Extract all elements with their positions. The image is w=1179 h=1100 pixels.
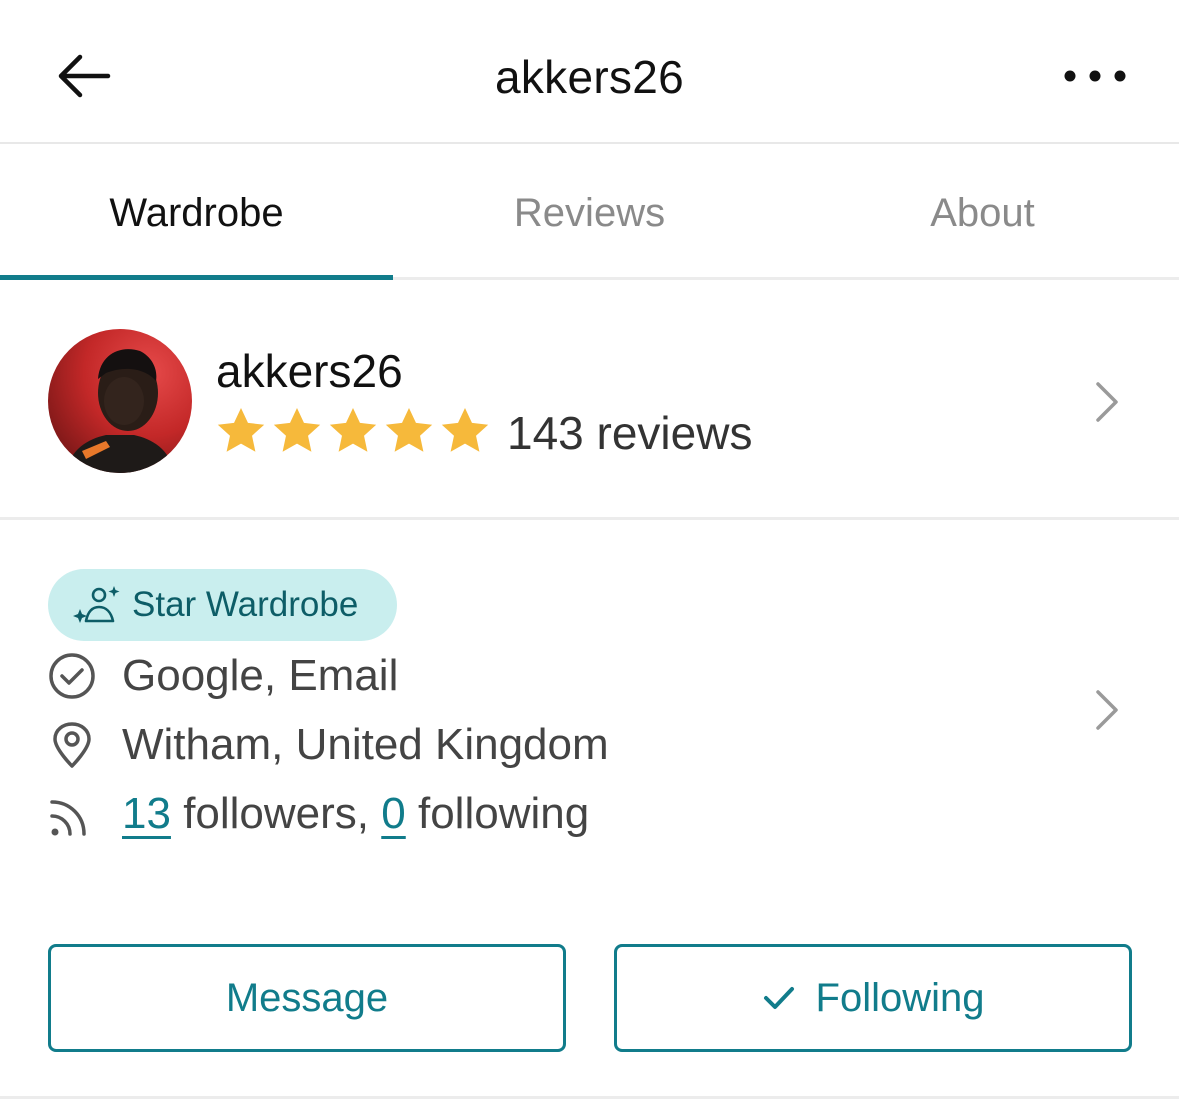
star-wardrobe-badge[interactable]: Star Wardrobe	[48, 569, 397, 641]
sparkle-person-icon	[73, 586, 120, 623]
following-count-link[interactable]: 0	[381, 789, 405, 839]
more-horizontal-icon	[1064, 70, 1126, 82]
following-text: following	[417, 789, 590, 838]
location-info: Witham, United Kingdom	[48, 720, 609, 770]
star-icon	[329, 408, 377, 452]
divider	[0, 1096, 1179, 1099]
tab-bar: Wardrobe Reviews About	[0, 146, 1179, 280]
rating-stars	[214, 404, 492, 458]
star-icon	[385, 408, 433, 452]
top-bar: akkers26	[0, 0, 1179, 144]
page-title: akkers26	[494, 51, 685, 103]
following-button[interactable]: Following	[614, 944, 1132, 1052]
following-button-label: Following	[815, 975, 985, 1020]
reviews-count: 143 reviews	[507, 407, 753, 459]
badge-label: Star Wardrobe	[132, 585, 359, 624]
tab-about[interactable]: About	[786, 146, 1179, 280]
avatar	[48, 329, 192, 473]
chevron-right-icon	[1096, 382, 1118, 422]
more-options-button[interactable]	[1056, 58, 1136, 94]
star-icon	[273, 408, 321, 452]
profile-username: akkers26	[216, 345, 403, 397]
location-label: Witham, United Kingdom	[122, 720, 609, 769]
star-icon	[441, 408, 489, 452]
star-icon	[217, 408, 265, 452]
check-circle-icon	[49, 653, 95, 699]
verified-info: Google, Email	[48, 651, 398, 701]
followers-info: 13 followers, 0 following	[48, 789, 589, 839]
chevron-right-icon[interactable]	[1092, 688, 1122, 732]
followers-count-link[interactable]: 13	[122, 789, 171, 839]
location-pin-icon	[53, 722, 91, 768]
message-button[interactable]: Message	[48, 944, 566, 1052]
check-icon	[763, 987, 794, 1009]
tab-wardrobe[interactable]: Wardrobe	[0, 146, 393, 280]
message-button-label: Message	[225, 975, 389, 1020]
active-tab-indicator	[0, 275, 393, 280]
profile-summary-row[interactable]: akkers26 143 reviews	[0, 282, 1179, 520]
followers-text: followers,	[183, 789, 370, 838]
rss-feed-icon	[50, 800, 86, 836]
tab-reviews[interactable]: Reviews	[393, 146, 786, 280]
verified-label: Google, Email	[122, 651, 399, 700]
